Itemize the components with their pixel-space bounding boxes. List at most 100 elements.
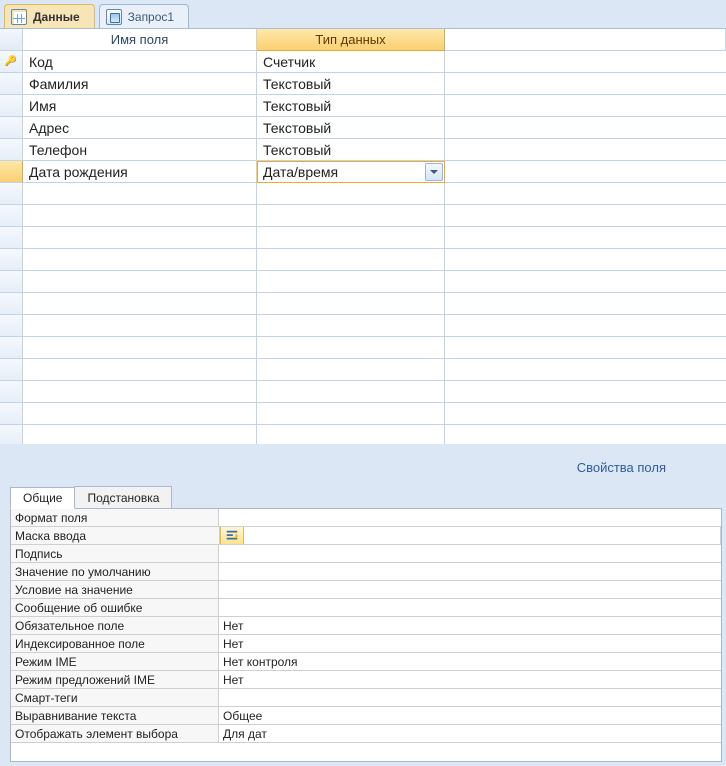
field-desc-cell[interactable] <box>445 403 726 425</box>
field-desc-cell[interactable] <box>445 359 726 381</box>
field-type-cell[interactable]: Текстовый <box>257 95 445 117</box>
input-mask-field[interactable] <box>244 527 720 544</box>
grid-row[interactable] <box>0 227 726 249</box>
column-header-name[interactable]: Имя поля <box>23 29 257 51</box>
grid-row[interactable]: КодСчетчик <box>0 51 726 73</box>
field-type-cell[interactable] <box>257 271 445 293</box>
field-name-cell[interactable]: Дата рождения <box>23 161 257 183</box>
field-type-cell[interactable] <box>257 293 445 315</box>
row-selector[interactable] <box>0 425 23 444</box>
field-name-cell[interactable] <box>23 205 257 227</box>
row-selector[interactable] <box>0 183 23 205</box>
property-value[interactable] <box>219 527 721 544</box>
property-value[interactable] <box>219 581 721 598</box>
field-type-cell[interactable] <box>257 337 445 359</box>
field-name-cell[interactable] <box>23 227 257 249</box>
grid-row[interactable] <box>0 315 726 337</box>
column-header-desc[interactable] <box>445 29 726 51</box>
row-selector[interactable] <box>0 73 23 95</box>
field-type-cell[interactable]: Текстовый <box>257 73 445 95</box>
row-selector[interactable] <box>0 359 23 381</box>
property-value[interactable] <box>219 563 721 580</box>
field-desc-cell[interactable] <box>445 161 726 183</box>
field-name-cell[interactable] <box>23 271 257 293</box>
grid-select-all[interactable] <box>0 29 23 51</box>
field-name-cell[interactable] <box>23 183 257 205</box>
row-selector[interactable] <box>0 95 23 117</box>
row-selector[interactable] <box>0 315 23 337</box>
field-name-cell[interactable] <box>23 403 257 425</box>
grid-row[interactable] <box>0 337 726 359</box>
row-selector[interactable] <box>0 293 23 315</box>
field-desc-cell[interactable] <box>445 227 726 249</box>
grid-row[interactable]: ТелефонТекстовый <box>0 139 726 161</box>
property-row[interactable]: Выравнивание текстаОбщее <box>11 707 721 725</box>
property-row[interactable]: Режим IMEНет контроля <box>11 653 721 671</box>
property-value[interactable]: Нет контроля <box>219 653 721 670</box>
grid-row[interactable] <box>0 205 726 227</box>
property-row[interactable]: Обязательное полеНет <box>11 617 721 635</box>
row-selector[interactable] <box>0 51 23 73</box>
grid-row[interactable]: ИмяТекстовый <box>0 95 726 117</box>
grid-row[interactable] <box>0 359 726 381</box>
field-name-cell[interactable] <box>23 293 257 315</box>
grid-row[interactable]: Дата рожденияДата/время <box>0 161 726 183</box>
property-row[interactable]: Подпись <box>11 545 721 563</box>
property-row[interactable]: Отображать элемент выбораДля дат <box>11 725 721 743</box>
field-desc-cell[interactable] <box>445 249 726 271</box>
field-desc-cell[interactable] <box>445 337 726 359</box>
field-type-cell[interactable]: Счетчик <box>257 51 445 73</box>
field-desc-cell[interactable] <box>445 425 726 444</box>
field-desc-cell[interactable] <box>445 271 726 293</box>
column-header-type[interactable]: Тип данных <box>257 29 445 51</box>
field-type-cell[interactable]: Текстовый <box>257 117 445 139</box>
field-desc-cell[interactable] <box>445 205 726 227</box>
row-selector[interactable] <box>0 381 23 403</box>
field-type-cell[interactable] <box>257 183 445 205</box>
field-name-cell[interactable]: Фамилия <box>23 73 257 95</box>
field-desc-cell[interactable] <box>445 315 726 337</box>
field-type-cell[interactable] <box>257 359 445 381</box>
field-design-grid[interactable]: Имя поля Тип данных КодСчетчикФамилияТек… <box>0 28 726 444</box>
field-name-cell[interactable] <box>23 249 257 271</box>
input-mask-wizard-button[interactable] <box>220 527 244 544</box>
field-desc-cell[interactable] <box>445 73 726 95</box>
property-row[interactable]: Смарт-теги <box>11 689 721 707</box>
field-name-cell[interactable] <box>23 425 257 444</box>
grid-row[interactable] <box>0 271 726 293</box>
grid-row[interactable] <box>0 183 726 205</box>
props-tab-lookup[interactable]: Подстановка <box>74 486 172 508</box>
property-row[interactable]: Значение по умолчанию <box>11 563 721 581</box>
field-name-cell[interactable]: Телефон <box>23 139 257 161</box>
tab-query1[interactable]: Запрос1 <box>99 4 189 28</box>
grid-row[interactable] <box>0 403 726 425</box>
property-value[interactable] <box>219 599 721 616</box>
row-selector[interactable] <box>0 337 23 359</box>
field-desc-cell[interactable] <box>445 51 726 73</box>
property-row[interactable]: Условие на значение <box>11 581 721 599</box>
field-desc-cell[interactable] <box>445 381 726 403</box>
field-type-cell[interactable] <box>257 249 445 271</box>
field-type-cell[interactable]: Текстовый <box>257 139 445 161</box>
tab-data-table[interactable]: Данные <box>4 4 95 28</box>
property-row[interactable]: Маска ввода <box>11 527 721 545</box>
props-tab-general[interactable]: Общие <box>10 487 75 509</box>
row-selector[interactable] <box>0 403 23 425</box>
property-value[interactable]: Нет <box>219 617 721 634</box>
grid-row[interactable] <box>0 425 726 444</box>
row-selector[interactable] <box>0 227 23 249</box>
property-row[interactable]: Формат поля <box>11 509 721 527</box>
field-name-cell[interactable] <box>23 315 257 337</box>
row-selector[interactable] <box>0 205 23 227</box>
property-value[interactable] <box>219 689 721 706</box>
field-name-cell[interactable] <box>23 337 257 359</box>
grid-row[interactable]: ФамилияТекстовый <box>0 73 726 95</box>
row-selector[interactable] <box>0 139 23 161</box>
row-selector[interactable] <box>0 271 23 293</box>
property-value[interactable]: Нет <box>219 671 721 688</box>
property-value[interactable]: Для дат <box>219 725 721 742</box>
field-type-cell[interactable] <box>257 205 445 227</box>
type-dropdown-button[interactable] <box>425 163 443 181</box>
property-row[interactable]: Режим предложений IMEНет <box>11 671 721 689</box>
grid-row[interactable] <box>0 381 726 403</box>
